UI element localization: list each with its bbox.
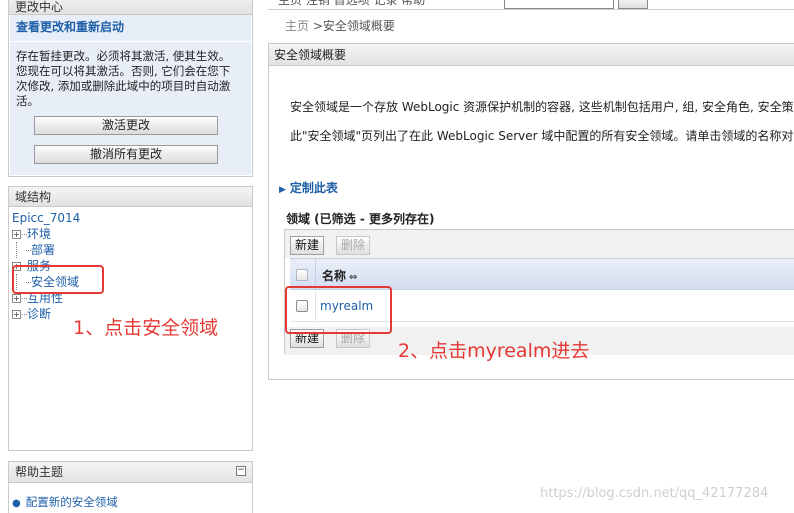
expand-triangle-icon: ▶ bbox=[279, 185, 286, 195]
tree-item-deployments[interactable]: 部署 bbox=[12, 242, 249, 258]
message-line: 活。 bbox=[16, 94, 39, 108]
tree-item-label[interactable]: 环境 bbox=[27, 226, 51, 242]
search-button[interactable] bbox=[618, 0, 648, 9]
undo-all-changes-button[interactable]: 撤消所有更改 bbox=[34, 145, 218, 164]
new-button[interactable]: 新建 bbox=[290, 236, 325, 255]
tree-item-label[interactable]: 诊断 bbox=[27, 306, 51, 322]
breadcrumb: 主页 >安全领域概要 bbox=[285, 17, 395, 34]
description-text: 此"安全领域"页列出了在此 WebLogic Server 域中配置的所有安全领… bbox=[290, 129, 794, 143]
help-topics-panel: 帮助主题 − ● 配置新的安全领域 bbox=[8, 461, 253, 513]
breadcrumb-separator: > bbox=[312, 19, 323, 33]
watermark: https://blog.csdn.net/qq_42177284 bbox=[540, 486, 769, 501]
message-line: 次修改, 添加或删除此域中的项目时自动激 bbox=[16, 79, 231, 93]
header-links-truncated[interactable]: 主页 注销 首选项 记录 帮助 bbox=[278, 0, 425, 8]
select-all-checkbox[interactable] bbox=[296, 269, 308, 281]
delete-button[interactable]: 删除 bbox=[336, 236, 371, 255]
table-caption: 领域 (已筛选 - 更多列存在) bbox=[286, 212, 435, 226]
collapse-icon[interactable]: − bbox=[236, 466, 246, 476]
help-link-configure-realm[interactable]: 配置新的安全领域 bbox=[26, 495, 118, 509]
annotation-step-2: 2、点击myrealm进去 bbox=[398, 340, 590, 362]
bullet-icon: ● bbox=[12, 498, 21, 509]
page-title: 安全领域概要 bbox=[269, 44, 794, 66]
change-center-title: 更改中心 bbox=[9, 0, 252, 15]
tree-root-domain[interactable]: Epicc_7014 bbox=[12, 210, 249, 226]
change-center-panel: 更改中心 查看更改和重新启动 存在暂挂更改。必须将其激活, 使其生效。 您现在可… bbox=[8, 0, 253, 177]
breadcrumb-home[interactable]: 主页 bbox=[285, 19, 309, 33]
table-toolbar-top: 新建 删除 bbox=[285, 230, 794, 258]
view-changes-link[interactable]: 查看更改和重新启动 bbox=[10, 17, 251, 42]
annotation-step-1: 1、点击安全领域 bbox=[73, 317, 219, 339]
pending-changes-message: 存在暂挂更改。必须将其激活, 使其生效。 您现在可以将其激活。否则, 它们会在您… bbox=[16, 49, 245, 109]
search-input[interactable] bbox=[504, 0, 614, 9]
help-link-item[interactable]: ● 配置新的安全领域 bbox=[9, 483, 252, 510]
tree-item-label[interactable]: 部署 bbox=[31, 242, 55, 258]
highlight-box-security-realms bbox=[12, 265, 104, 294]
tree-item-environment[interactable]: + 环境 bbox=[12, 226, 249, 242]
help-topics-title: 帮助主题 bbox=[9, 462, 252, 483]
sort-icon[interactable]: ⇔ bbox=[349, 272, 357, 283]
highlight-box-myrealm bbox=[285, 286, 392, 334]
expand-icon[interactable]: + bbox=[12, 309, 21, 319]
customize-table-link[interactable]: ▶ 定制此表 bbox=[279, 179, 338, 196]
column-header-label[interactable]: 名称 bbox=[322, 269, 346, 283]
expand-icon[interactable]: + bbox=[12, 229, 21, 239]
breadcrumb-current: 安全领域概要 bbox=[322, 19, 395, 33]
message-line: 存在暂挂更改。必须将其激活, 使其生效。 bbox=[16, 49, 231, 63]
description-text: 安全领域是一个存放 WebLogic 资源保护机制的容器, 这些机制包括用户, … bbox=[290, 100, 794, 114]
column-header-name[interactable]: 名称 ⇔ bbox=[322, 267, 357, 284]
customize-table-label[interactable]: 定制此表 bbox=[290, 181, 338, 195]
expand-icon[interactable]: + bbox=[12, 293, 21, 303]
activate-changes-button[interactable]: 激活更改 bbox=[34, 116, 218, 135]
message-line: 您现在可以将其激活。否则, 它们会在您下 bbox=[16, 64, 231, 78]
domain-structure-title: 域结构 bbox=[9, 187, 252, 207]
